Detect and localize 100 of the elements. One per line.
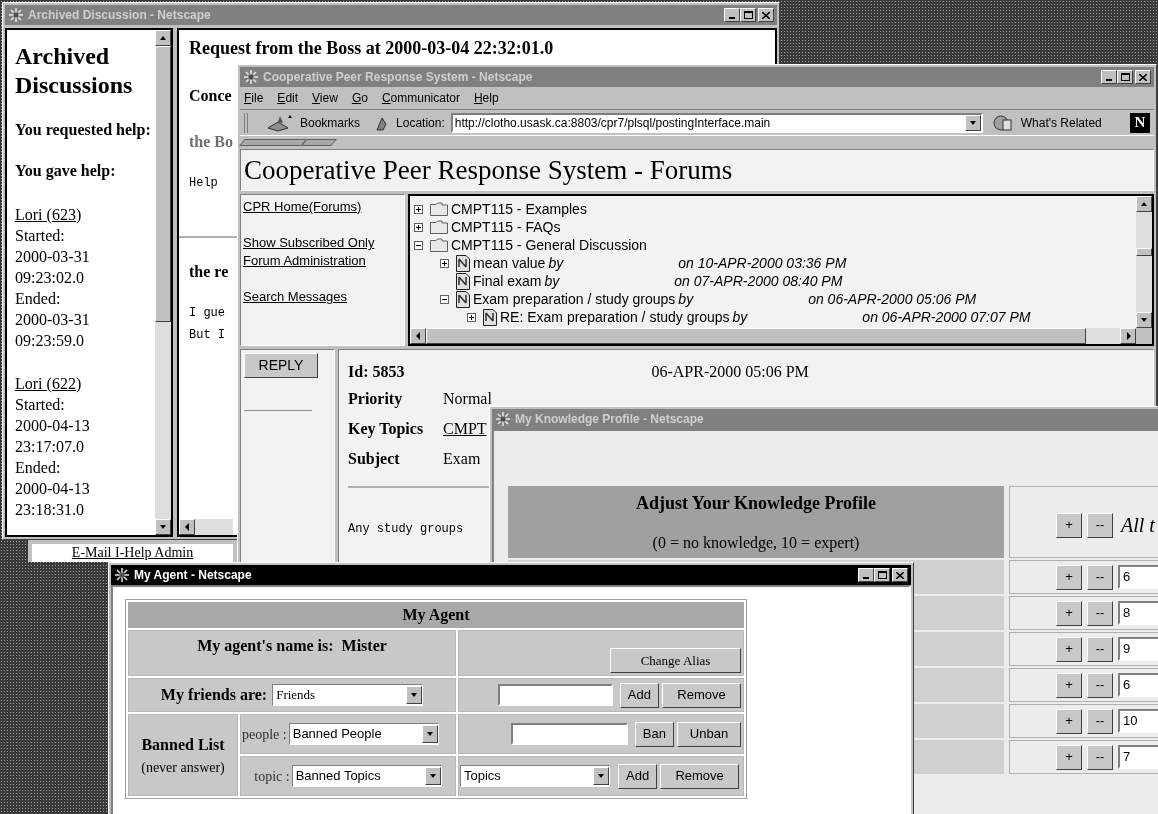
scroll-left-button[interactable] xyxy=(410,328,426,344)
dropdown-button[interactable] xyxy=(593,767,609,785)
whats-related-button[interactable]: What's Related xyxy=(1020,113,1102,132)
minimize-button[interactable] xyxy=(724,8,740,22)
button[interactable]: Ban xyxy=(634,721,674,747)
dropdown[interactable]: Banned Topics xyxy=(291,765,442,787)
close-button[interactable] xyxy=(758,8,774,22)
close-button[interactable] xyxy=(892,568,908,582)
dropdown-button[interactable] xyxy=(421,725,438,743)
nav-link[interactable]: Search Messages xyxy=(243,288,348,306)
increase-button[interactable]: + xyxy=(1056,636,1082,662)
decrease-button[interactable]: -- xyxy=(1087,708,1113,734)
maximize-button[interactable] xyxy=(1117,70,1133,84)
friend-input[interactable] xyxy=(497,684,613,706)
menu-item[interactable]: Edit xyxy=(277,89,299,107)
maximize-button[interactable] xyxy=(874,568,890,582)
agent-heading: My Agent xyxy=(402,605,470,626)
collapse-toggle[interactable] xyxy=(440,294,449,304)
expand-toggle[interactable] xyxy=(440,258,449,268)
dropdown[interactable]: Topics xyxy=(460,765,610,787)
nav-link[interactable]: Forum Administration xyxy=(243,252,366,270)
increase-button[interactable]: + xyxy=(1056,672,1082,698)
increase-button[interactable]: + xyxy=(1056,708,1082,734)
reply-button[interactable]: REPLY xyxy=(244,353,318,378)
banned-label: Banned List xyxy=(141,734,225,755)
expand-toggle[interactable] xyxy=(467,312,476,322)
discussion-link[interactable]: Lori (622) xyxy=(15,375,82,392)
increase-button[interactable]: + xyxy=(1056,512,1082,538)
author-label: by xyxy=(732,307,748,327)
post-date: on 10-APR-2000 03:36 PM xyxy=(678,253,847,273)
menu-item[interactable]: File xyxy=(244,89,264,107)
level-field[interactable]: 10 xyxy=(1118,709,1158,733)
minimize-button[interactable] xyxy=(858,568,874,582)
button[interactable]: Remove xyxy=(660,763,740,789)
increase-button[interactable]: + xyxy=(1056,564,1082,590)
scrollbar[interactable] xyxy=(155,30,171,535)
level-field[interactable]: 6 xyxy=(1118,565,1158,589)
scroll-down-button[interactable] xyxy=(155,519,171,535)
scroll-up-button[interactable] xyxy=(1136,196,1152,212)
close-button[interactable] xyxy=(1135,70,1151,84)
author-label: by xyxy=(548,253,564,273)
dropdown-button[interactable] xyxy=(964,114,981,131)
toolbar-tab[interactable] xyxy=(239,139,307,146)
level-field[interactable]: 6 xyxy=(1118,673,1158,697)
globe-icon[interactable] xyxy=(992,113,1015,132)
ban-input[interactable] xyxy=(510,723,628,745)
scroll-up-button[interactable] xyxy=(155,30,171,46)
menu-item[interactable]: View xyxy=(312,89,338,107)
level-field[interactable]: 8 xyxy=(1118,601,1158,625)
topic-label: topic : xyxy=(254,767,290,786)
nav-link[interactable]: Show Subscribed Only xyxy=(243,234,375,252)
minimize-button[interactable] xyxy=(1101,70,1117,84)
menu-item[interactable]: Help xyxy=(473,89,499,107)
maximize-icon xyxy=(1120,73,1130,81)
increase-button[interactable]: + xyxy=(1056,600,1082,626)
button[interactable]: Add xyxy=(618,763,658,789)
dropdown-button[interactable] xyxy=(406,686,423,704)
collapse-toggle[interactable] xyxy=(414,240,423,250)
dropdown[interactable]: Friends xyxy=(272,684,424,706)
dropdown[interactable]: Banned People xyxy=(288,723,439,745)
button[interactable]: Add xyxy=(619,682,659,708)
scroll-left-button[interactable] xyxy=(179,519,195,535)
toolbar-tab[interactable] xyxy=(301,139,337,146)
email-link[interactable]: E-Mail I-Help Admin xyxy=(71,545,194,562)
scroll-down-button[interactable] xyxy=(1136,312,1152,328)
level-field[interactable]: 7 xyxy=(1118,745,1158,769)
bookmarks-icon[interactable] xyxy=(266,113,294,132)
scrollbar[interactable] xyxy=(1136,196,1152,328)
decrease-button[interactable]: -- xyxy=(1087,512,1113,538)
address-field[interactable]: http://clotho.usask.ca:8803/cpr7/plsql/postingInterface.main xyxy=(450,112,983,133)
scroll-right-button[interactable] xyxy=(1120,328,1136,344)
discussion-link[interactable]: Lori (623) xyxy=(15,206,82,223)
scrollbar[interactable] xyxy=(179,519,233,535)
decrease-button[interactable]: -- xyxy=(1087,672,1113,698)
toolbar-grip[interactable] xyxy=(244,112,248,133)
button[interactable]: Remove xyxy=(662,682,741,708)
decrease-button[interactable]: -- xyxy=(1087,564,1113,590)
button[interactable]: Change Alias xyxy=(610,648,741,673)
title-bar[interactable]: My Agent - Netscape xyxy=(111,565,911,585)
increase-button[interactable]: + xyxy=(1056,744,1082,770)
dropdown-button[interactable] xyxy=(424,767,441,785)
maximize-button[interactable] xyxy=(740,8,756,22)
menu-item[interactable]: Go xyxy=(351,89,368,107)
nav-link[interactable]: CPR Home(Forums) xyxy=(243,198,362,216)
scrollbar-thumb[interactable] xyxy=(1136,248,1152,256)
scrollbar-thumb[interactable] xyxy=(155,46,171,322)
decrease-button[interactable]: -- xyxy=(1087,600,1113,626)
topic-link[interactable]: CMPT xyxy=(443,417,487,441)
level-field[interactable]: 9 xyxy=(1118,637,1158,661)
button[interactable]: Unban xyxy=(677,721,741,747)
menu-item[interactable]: Communicator xyxy=(381,89,460,107)
netscape-logo[interactable]: N xyxy=(1130,112,1150,133)
decrease-button[interactable]: -- xyxy=(1087,636,1113,662)
section-heading: You gave help: xyxy=(15,161,117,182)
down-arrow-icon xyxy=(1140,317,1148,323)
close-icon xyxy=(762,11,770,19)
expand-toggle[interactable] xyxy=(414,204,423,214)
decrease-button[interactable]: -- xyxy=(1087,744,1113,770)
expand-toggle[interactable] xyxy=(414,222,423,232)
bookmarks-button[interactable]: Bookmarks xyxy=(300,113,361,132)
